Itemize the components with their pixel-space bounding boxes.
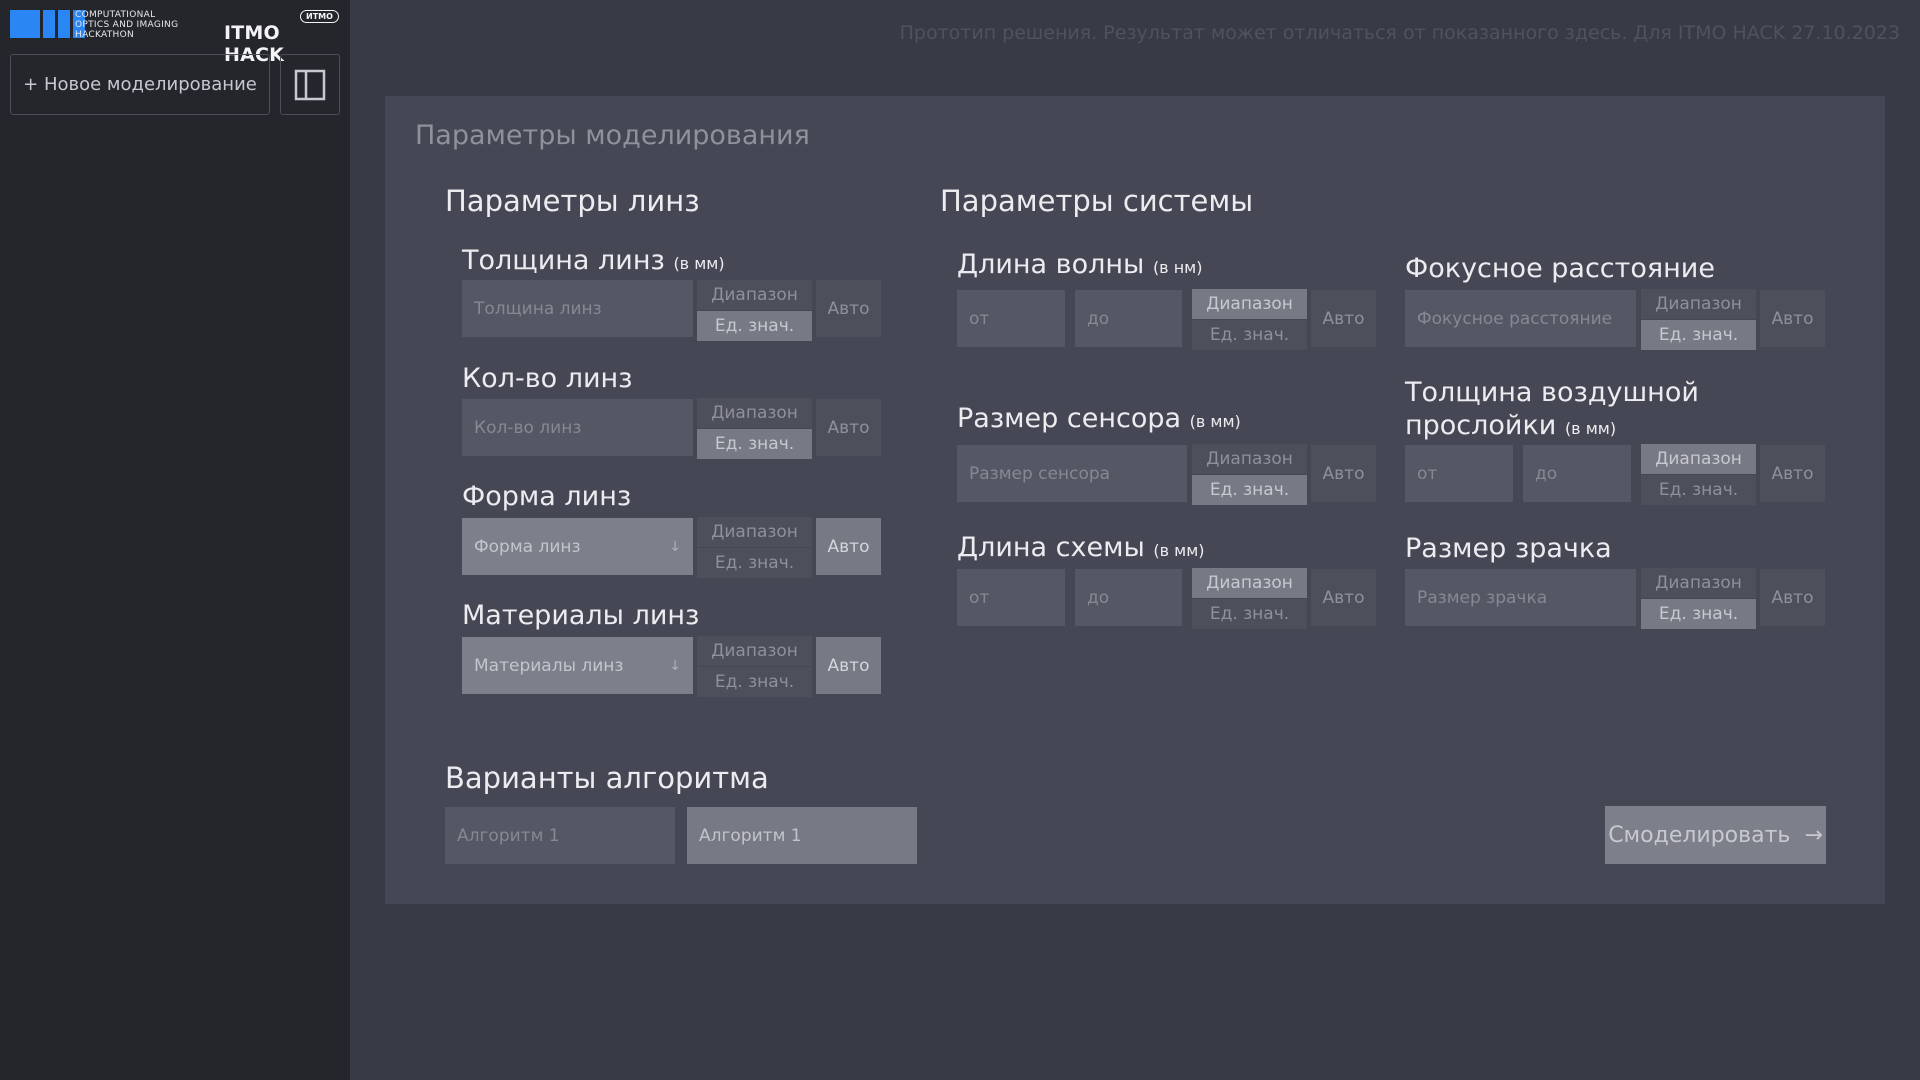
materials-select[interactable]: Материалы линз ↓ — [462, 637, 693, 694]
algorithm-option-1[interactable]: Алгоритм 1 — [445, 807, 675, 864]
materials-select-value: Материалы линз — [474, 655, 624, 676]
pupil-input[interactable]: Размер зрачка — [1405, 569, 1636, 626]
hackathon-logo: COMPUTATIONAL OPTICS AND IMAGING HACKATH… — [10, 10, 340, 66]
sensor-auto-button[interactable]: Авто — [1311, 445, 1376, 502]
shape-auto-button[interactable]: Авто — [816, 518, 881, 575]
air-gap-label-line1: Толщина воздушной — [1405, 377, 1699, 408]
focal-label: Фокусное расстояние — [1405, 253, 1715, 284]
algorithm-section-title: Варианты алгоритма — [445, 761, 769, 795]
thickness-range-toggle[interactable]: Диапазон — [697, 280, 812, 310]
thickness-label-text: Толщина линз — [462, 245, 665, 276]
wavelength-from-input[interactable]: от — [957, 290, 1065, 347]
count-range-toggle[interactable]: Диапазон — [697, 398, 812, 428]
simulate-button-label: Смоделировать — [1608, 822, 1791, 848]
wavelength-label-text: Длина волны — [957, 249, 1145, 280]
scheme-length-to-input[interactable]: до — [1075, 569, 1182, 626]
scheme-length-label: Длина схемы (в мм) — [957, 531, 1205, 567]
thickness-label: Толщина линз (в мм) — [462, 244, 725, 280]
count-label: Кол-во линз — [462, 363, 633, 394]
air-gap-label: Толщина воздушной прослойки (в мм) — [1405, 376, 1699, 445]
simulate-button[interactable]: Смоделировать → — [1605, 806, 1826, 864]
air-gap-auto-button[interactable]: Авто — [1760, 445, 1825, 502]
prototype-note: Прототип решения. Результат может отлича… — [899, 22, 1900, 44]
scheme-length-range-toggle[interactable]: Диапазон — [1192, 568, 1307, 598]
thickness-single-toggle[interactable]: Ед. знач. — [697, 311, 812, 341]
pupil-label: Размер зрачка — [1405, 533, 1612, 564]
lens-section-title: Параметры линз — [445, 184, 700, 218]
sidebar-panel-icon — [294, 69, 326, 100]
air-gap-label-line2: прослойки — [1405, 410, 1557, 441]
count-input[interactable]: Кол-во линз — [462, 399, 693, 456]
shape-label: Форма линз — [462, 481, 632, 512]
wavelength-unit: (в нм) — [1152, 258, 1203, 277]
count-auto-button[interactable]: Авто — [816, 399, 881, 456]
materials-label: Материалы линз — [462, 600, 700, 631]
materials-auto-button[interactable]: Авто — [816, 637, 881, 694]
shape-select[interactable]: Форма линз ↓ — [462, 518, 693, 575]
air-gap-unit: (в мм) — [1564, 419, 1617, 438]
pupil-range-toggle[interactable]: Диапазон — [1641, 568, 1756, 598]
logo-caption: COMPUTATIONAL OPTICS AND IMAGING HACKATH… — [75, 10, 178, 40]
focal-range-toggle[interactable]: Диапазон — [1641, 289, 1756, 319]
sensor-range-toggle[interactable]: Диапазон — [1192, 444, 1307, 474]
wavelength-label: Длина волны (в нм) — [957, 248, 1202, 284]
shape-select-value: Форма линз — [474, 536, 581, 557]
wavelength-range-toggle[interactable]: Диапазон — [1192, 289, 1307, 319]
pupil-auto-button[interactable]: Авто — [1760, 569, 1825, 626]
new-simulation-button[interactable]: + Новое моделирование — [10, 54, 270, 115]
wavelength-single-toggle[interactable]: Ед. знач. — [1192, 320, 1307, 350]
logo-caption-line: HACKATHON — [75, 30, 135, 40]
scheme-length-from-input[interactable]: от — [957, 569, 1065, 626]
count-single-toggle[interactable]: Ед. знач. — [697, 429, 812, 459]
arrow-down-icon: ↓ — [669, 538, 681, 555]
air-gap-range-toggle[interactable]: Диапазон — [1641, 444, 1756, 474]
sensor-label-text: Размер сенсора — [957, 403, 1182, 434]
sensor-label: Размер сенсора (в мм) — [957, 402, 1241, 438]
sensor-single-toggle[interactable]: Ед. знач. — [1192, 475, 1307, 505]
sidebar: COMPUTATIONAL OPTICS AND IMAGING HACKATH… — [0, 0, 350, 1080]
focal-input[interactable]: Фокусное расстояние — [1405, 290, 1636, 347]
system-section-title: Параметры системы — [940, 184, 1254, 218]
wavelength-auto-button[interactable]: Авто — [1311, 290, 1376, 347]
shape-range-toggle[interactable]: Диапазон — [697, 517, 812, 547]
materials-single-toggle[interactable]: Ед. знач. — [697, 667, 812, 697]
scheme-length-single-toggle[interactable]: Ед. знач. — [1192, 599, 1307, 629]
sensor-input[interactable]: Размер сенсора — [957, 445, 1187, 502]
algorithm-option-2[interactable]: Алгоритм 1 — [687, 807, 917, 864]
thickness-auto-button[interactable]: Авто — [816, 280, 881, 337]
shape-single-toggle[interactable]: Ед. знач. — [697, 548, 812, 578]
wavelength-to-input[interactable]: до — [1075, 290, 1182, 347]
focal-auto-button[interactable]: Авто — [1760, 290, 1825, 347]
thickness-unit: (в мм) — [673, 254, 725, 273]
air-gap-to-input[interactable]: до — [1523, 445, 1631, 502]
pupil-single-toggle[interactable]: Ед. знач. — [1641, 599, 1756, 629]
air-gap-single-toggle[interactable]: Ед. знач. — [1641, 475, 1756, 505]
logo-caption-line: OPTICS AND IMAGING — [75, 20, 179, 30]
scheme-length-label-text: Длина схемы — [957, 532, 1145, 563]
scheme-length-auto-button[interactable]: Авто — [1311, 569, 1376, 626]
thickness-input[interactable]: Толщина линз — [462, 280, 693, 337]
arrow-right-icon: → — [1804, 822, 1823, 848]
focal-single-toggle[interactable]: Ед. знач. — [1641, 320, 1756, 350]
sensor-unit: (в мм) — [1189, 412, 1241, 431]
scheme-length-unit: (в мм) — [1153, 541, 1205, 560]
materials-range-toggle[interactable]: Диапазон — [697, 636, 812, 666]
toggle-sidebar-button[interactable] — [280, 54, 340, 115]
logo-bars-icon — [10, 10, 85, 38]
card-title: Параметры моделирования — [415, 120, 810, 151]
arrow-down-icon: ↓ — [669, 657, 681, 674]
air-gap-from-input[interactable]: от — [1405, 445, 1513, 502]
logo-caption-line: COMPUTATIONAL — [75, 10, 156, 20]
